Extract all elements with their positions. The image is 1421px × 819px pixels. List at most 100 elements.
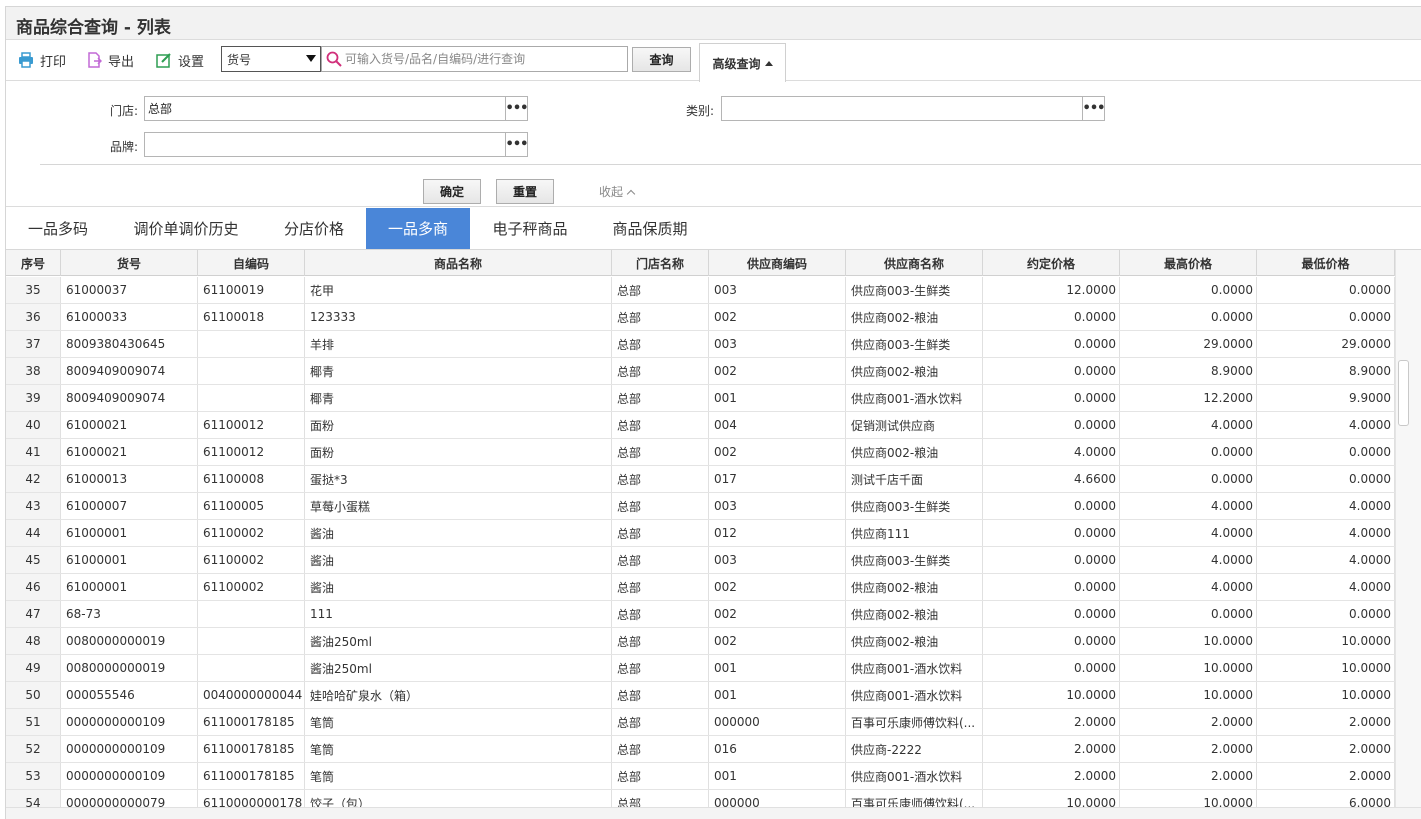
brand-more-button[interactable]: ••• — [505, 132, 528, 157]
col-store-name-header[interactable]: 门店名称 — [612, 250, 709, 276]
search-input[interactable] — [345, 52, 615, 66]
advanced-query-toggle[interactable]: 高级查询 — [699, 43, 786, 82]
col-min-price-cell: 2.0000 — [1257, 709, 1395, 735]
horizontal-scrollbar[interactable] — [6, 807, 1421, 819]
col-item-no-cell: 0080000000019 — [61, 628, 198, 654]
col-agreed-price-cell: 0.0000 — [983, 331, 1120, 357]
col-supplier-name-cell: 供应商002-粮油 — [846, 574, 983, 600]
table-row[interactable]: 48 0080000000019 酱油250ml 总部 002 供应商002-粮油 0.00… — [6, 628, 1395, 655]
col-supplier-name-cell: 供应商002-粮油 — [846, 439, 983, 465]
col-item-no-cell: 0000000000109 — [61, 709, 198, 735]
search-field-select[interactable]: 货号 — [221, 46, 321, 72]
tab-bar: 一品多码 调价单调价历史 分店价格 一品多商 电子秤商品 商品保质期 — [6, 208, 1421, 249]
col-supplier-code-cell: 001 — [709, 763, 846, 789]
col-min-price-header[interactable]: 最低价格 — [1257, 250, 1395, 276]
col-index-cell: 40 — [6, 412, 61, 438]
store-more-button[interactable]: ••• — [505, 96, 528, 121]
table-row[interactable]: 39 8009409009074 椰青 总部 001 供应商001-酒水饮料 0.0000 1… — [6, 385, 1395, 412]
col-product-name-cell: 椰青 — [305, 358, 612, 384]
store-field[interactable]: 总部 — [144, 96, 506, 121]
col-product-name-cell: 饺子（包） — [305, 790, 612, 807]
table-row[interactable]: 50 000055546 0040000000044 娃哈哈矿泉水（箱） 总部 001 供应… — [6, 682, 1395, 709]
table-row[interactable]: 44 61000001 61100002 酱油 总部 012 供应商111 0.0000 4.0… — [6, 520, 1395, 547]
col-supplier-code-cell: 000000 — [709, 790, 846, 807]
table-row[interactable]: 52 0000000000109 611000178185 笔筒 总部 016 供应商-22… — [6, 736, 1395, 763]
col-self-code-cell: 611000178185 — [198, 709, 305, 735]
collapse-toggle[interactable]: 收起 — [599, 183, 636, 200]
col-agreed-price-cell: 0.0000 — [983, 385, 1120, 411]
col-self-code-cell: 0040000000044 — [198, 682, 305, 708]
tab-shelf-life[interactable]: 商品保质期 — [590, 208, 710, 249]
col-min-price-cell: 2.0000 — [1257, 736, 1395, 762]
col-agreed-price-cell: 0.0000 — [983, 493, 1120, 519]
confirm-button[interactable]: 确定 — [423, 179, 481, 204]
tab-branch-price[interactable]: 分店价格 — [262, 208, 366, 249]
col-store-name-cell: 总部 — [612, 358, 709, 384]
col-store-name-cell: 总部 — [612, 466, 709, 492]
brand-field[interactable] — [144, 132, 506, 157]
col-store-name-cell: 总部 — [612, 574, 709, 600]
col-max-price-cell: 12.2000 — [1120, 385, 1257, 411]
col-index-cell: 49 — [6, 655, 61, 681]
advanced-filter-panel: 门店: 总部 ••• 类别: ••• 品牌: ••• 确定 重置 收起 — [6, 82, 1421, 207]
col-self-code-cell — [198, 628, 305, 654]
table-row[interactable]: 47 68-73 111 总部 002 供应商002-粮油 0.0000 0.0000 0.00… — [6, 601, 1395, 628]
vertical-scrollbar[interactable] — [1395, 250, 1421, 807]
tab-scale-goods[interactable]: 电子秤商品 — [470, 208, 590, 249]
table-row[interactable]: 49 0080000000019 酱油250ml 总部 001 供应商001-酒水饮料 0.… — [6, 655, 1395, 682]
col-supplier-name-header[interactable]: 供应商名称 — [846, 250, 983, 276]
col-index-cell: 42 — [6, 466, 61, 492]
table-row[interactable]: 35 61000037 61100019 花甲 总部 003 供应商003-生鲜类 12.00… — [6, 277, 1395, 304]
category-more-button[interactable]: ••• — [1082, 96, 1105, 121]
col-item-no-cell: 000055546 — [61, 682, 198, 708]
table-row[interactable]: 43 61000007 61100005 草莓小蛋糕 总部 003 供应商003-生鲜类 0.… — [6, 493, 1395, 520]
settings-button[interactable]: 设置 — [156, 50, 204, 70]
col-item-no-header[interactable]: 货号 — [61, 250, 198, 276]
scrollbar-thumb[interactable] — [1398, 360, 1409, 426]
col-store-name-cell: 总部 — [612, 277, 709, 303]
col-self-code-header[interactable]: 自编码 — [198, 250, 305, 276]
table-row[interactable]: 40 61000021 61100012 面粉 总部 004 促销测试供应商 0.0000 4.… — [6, 412, 1395, 439]
col-item-no-cell: 8009380430645 — [61, 331, 198, 357]
export-button[interactable]: 导出 — [86, 50, 134, 70]
table-row[interactable]: 46 61000001 61100002 酱油 总部 002 供应商002-粮油 0.0000… — [6, 574, 1395, 601]
col-product-name-header[interactable]: 商品名称 — [305, 250, 612, 276]
table-row[interactable]: 36 61000033 61100018 123333 总部 002 供应商002-粮油 0.… — [6, 304, 1395, 331]
col-agreed-price-header[interactable]: 约定价格 — [983, 250, 1120, 276]
table-row[interactable]: 53 0000000000109 611000178185 笔筒 总部 001 供应商001… — [6, 763, 1395, 790]
col-store-name-cell: 总部 — [612, 628, 709, 654]
col-supplier-code-cell: 002 — [709, 574, 846, 600]
tab-multi-barcode[interactable]: 一品多码 — [6, 208, 110, 249]
col-agreed-price-cell: 4.0000 — [983, 439, 1120, 465]
col-product-name-cell: 酱油250ml — [305, 628, 612, 654]
col-min-price-cell: 0.0000 — [1257, 466, 1395, 492]
tab-price-adjust-history[interactable]: 调价单调价历史 — [110, 208, 262, 249]
col-supplier-code-cell: 002 — [709, 358, 846, 384]
col-supplier-code-cell: 003 — [709, 493, 846, 519]
col-supplier-code-cell: 017 — [709, 466, 846, 492]
col-supplier-code-header[interactable]: 供应商编码 — [709, 250, 846, 276]
table-row[interactable]: 45 61000001 61100002 酱油 总部 003 供应商003-生鲜类 0.000… — [6, 547, 1395, 574]
col-agreed-price-cell: 0.0000 — [983, 520, 1120, 546]
col-min-price-cell: 4.0000 — [1257, 412, 1395, 438]
query-button[interactable]: 查询 — [632, 47, 691, 72]
table-row[interactable]: 37 8009380430645 羊排 总部 003 供应商003-生鲜类 0.0000 29… — [6, 331, 1395, 358]
table-row[interactable]: 41 61000021 61100012 面粉 总部 002 供应商002-粮油 4.0000… — [6, 439, 1395, 466]
table-row[interactable]: 54 0000000000079 6110000000178 饺子（包） 总部 00000… — [6, 790, 1395, 807]
col-supplier-name-cell: 促销测试供应商 — [846, 412, 983, 438]
reset-button[interactable]: 重置 — [496, 179, 554, 204]
col-self-code-cell: 61100002 — [198, 574, 305, 600]
table-row[interactable]: 38 8009409009074 椰青 总部 002 供应商002-粮油 0.0000 8.9… — [6, 358, 1395, 385]
col-supplier-code-cell: 002 — [709, 628, 846, 654]
col-max-price-header[interactable]: 最高价格 — [1120, 250, 1257, 276]
col-index-header[interactable]: 序号 — [6, 250, 61, 276]
chevron-up-icon — [626, 189, 636, 198]
category-field[interactable] — [721, 96, 1083, 121]
print-label: 打印 — [40, 54, 67, 70]
col-supplier-code-cell: 003 — [709, 277, 846, 303]
print-button[interactable]: 打印 — [18, 50, 66, 70]
table-row[interactable]: 42 61000013 61100008 蛋挞*3 总部 017 测试千店千面 4.6600 0… — [6, 466, 1395, 493]
col-agreed-price-cell: 2.0000 — [983, 763, 1120, 789]
table-row[interactable]: 51 0000000000109 611000178185 笔筒 总部 000000 百事可… — [6, 709, 1395, 736]
tab-multi-supplier[interactable]: 一品多商 — [366, 208, 470, 249]
